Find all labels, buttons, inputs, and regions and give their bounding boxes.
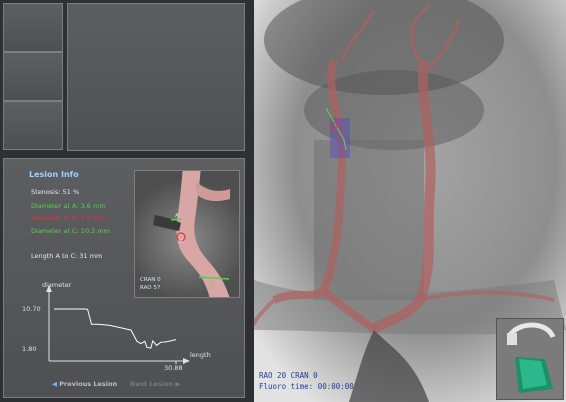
view-angle-line2: RAO 57 <box>140 285 161 291</box>
length-readout: Length A to C: 31 mm <box>31 252 103 260</box>
thumbnail-slot-3[interactable] <box>3 101 63 150</box>
projection-angle-readout: RAO 20 CRAN 0 <box>259 371 318 380</box>
stenosis-readout: Stenosis: 51 % <box>31 188 80 196</box>
lesion-info-panel: Lesion Info Stenosis: 51 % Diameter at A… <box>3 158 245 398</box>
diameter-a-readout: Diameter at A: 3.6 mm <box>31 202 106 210</box>
chart-ytick-bottom: 1.80 <box>22 345 37 353</box>
chart-ytick-top: 10.70 <box>22 305 41 313</box>
marker-c-label: C <box>210 281 214 287</box>
fluoro-image-view[interactable]: RAO 20 CRAN 0 Fluoro time: 00:00:00 <box>254 0 566 402</box>
arrow-left-icon: ◀ <box>52 380 57 388</box>
diameter-b-readout: Diameter at B: 1.8 mm <box>31 214 106 222</box>
main-view-panel[interactable] <box>67 3 245 151</box>
thumbnail-slot-1[interactable] <box>3 3 63 52</box>
fluoro-time-readout: Fluoro time: 00:00:00 <box>259 382 354 391</box>
chart-x-label: length <box>190 351 211 359</box>
chart-x-end-label: 30.88 <box>164 364 183 372</box>
thumbnail-slot-2[interactable] <box>3 52 63 101</box>
arrow-right-icon: ▶ <box>175 380 181 388</box>
lesion-info-title: Lesion Info <box>29 170 79 179</box>
previous-lesion-label: Previous Lesion <box>59 380 118 388</box>
marker-a-label: A <box>175 213 179 219</box>
c-arm-orientation-icon <box>496 318 564 400</box>
chart-x-arrow <box>183 358 190 364</box>
marker-b-label: B <box>179 239 183 245</box>
previous-lesion-button[interactable]: ◀ Previous Lesion <box>52 380 117 388</box>
chart-y-label: diameter <box>42 281 72 289</box>
diameter-series-line <box>54 308 177 349</box>
vessel-3d-view[interactable]: A B C CRAN 0 RAO 57 <box>134 170 240 298</box>
next-lesion-label: Next Lesion <box>130 380 174 388</box>
next-lesion-button[interactable]: Next Lesion ▶ <box>130 380 180 388</box>
lesion-highlight <box>330 118 350 158</box>
diameter-c-readout: Diameter at C: 10.2 mm <box>31 227 111 235</box>
view-angle-line1: CRAN 0 <box>140 277 161 283</box>
